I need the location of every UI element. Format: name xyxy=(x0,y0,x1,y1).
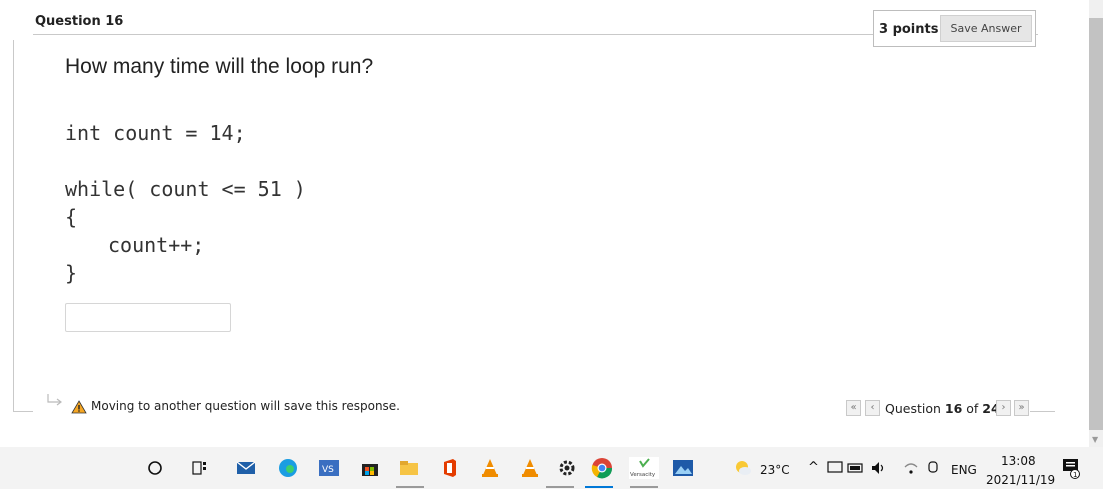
nav-current: 16 xyxy=(944,401,963,416)
code-line-3: { xyxy=(65,205,78,229)
question-title: Question 16 xyxy=(35,14,124,29)
notification-icon[interactable]: 1 xyxy=(1060,457,1082,479)
quiz-content: Question 16 3 points Save Answer How man… xyxy=(0,0,1089,447)
vlc-icon[interactable] xyxy=(519,457,541,479)
question-prompt: How many time will the loop run? xyxy=(65,55,374,78)
vlc-icon[interactable] xyxy=(479,457,501,479)
versacity-open-indicator xyxy=(630,486,658,488)
office-icon[interactable] xyxy=(439,457,461,479)
search-circle-icon[interactable] xyxy=(144,457,166,479)
input-method-icon[interactable] xyxy=(924,457,942,479)
save-answer-button[interactable]: Save Answer xyxy=(940,15,1032,42)
scroll-down-arrow-icon[interactable]: ▼ xyxy=(1092,435,1098,444)
weather-temperature[interactable]: 23°C xyxy=(760,463,790,477)
settings-icon[interactable] xyxy=(556,457,578,479)
points-box: 3 points Save Answer xyxy=(873,10,1036,47)
nav-of: of xyxy=(962,401,983,416)
versacity-label: Versacity xyxy=(630,472,656,478)
save-warning-text: Moving to another question will save thi… xyxy=(91,399,400,413)
settings-open-indicator xyxy=(546,486,574,488)
code-line-1: int count = 14; xyxy=(65,121,246,145)
photos-icon[interactable] xyxy=(672,457,694,479)
file-explorer-icon[interactable] xyxy=(398,457,420,479)
clock-time[interactable]: 13:08 xyxy=(1001,454,1036,468)
network-icon[interactable] xyxy=(826,457,844,479)
nav-prefix: Question xyxy=(885,401,945,416)
wifi-icon[interactable] xyxy=(902,457,920,479)
chrome-active-indicator xyxy=(585,486,613,488)
weather-icon[interactable] xyxy=(732,457,754,479)
code-line-2: while( count <= 51 ) xyxy=(65,177,306,201)
mail-icon[interactable] xyxy=(235,457,257,479)
bottom-divider-left xyxy=(13,411,33,412)
store-icon[interactable] xyxy=(359,457,381,479)
last-question-button[interactable]: » xyxy=(1014,400,1029,416)
left-divider xyxy=(13,40,14,412)
answer-input[interactable] xyxy=(65,303,231,332)
bottom-divider-right xyxy=(1030,411,1055,412)
previous-question-button[interactable]: ‹ xyxy=(865,400,880,416)
first-question-button[interactable]: « xyxy=(846,400,861,416)
svg-text:VS: VS xyxy=(322,465,334,475)
code-line-5: } xyxy=(65,261,78,285)
next-question-button[interactable]: › xyxy=(996,400,1011,416)
points-label: 3 points xyxy=(879,22,939,37)
return-arrow-icon xyxy=(47,394,62,406)
versacity-icon[interactable]: Versacity xyxy=(629,457,659,479)
task-view-icon[interactable] xyxy=(189,457,211,479)
explorer-open-indicator xyxy=(396,486,424,488)
volume-icon[interactable] xyxy=(870,457,888,479)
chevron-up-icon[interactable]: ^ xyxy=(808,460,819,475)
scrollbar-thumb[interactable] xyxy=(1089,18,1103,430)
edge-icon[interactable] xyxy=(277,457,299,479)
chrome-icon[interactable] xyxy=(591,457,613,479)
language-indicator[interactable]: ENG xyxy=(951,463,977,477)
battery-icon[interactable] xyxy=(847,457,865,479)
notification-count: 1 xyxy=(1073,471,1077,479)
warning-icon xyxy=(71,400,87,414)
question-position: Question 16 of 24 xyxy=(885,401,1000,416)
visual-studio-icon[interactable]: VS xyxy=(318,457,340,479)
code-line-4: count++; xyxy=(108,233,205,257)
clock-date[interactable]: 2021/11/19 xyxy=(986,473,1055,487)
